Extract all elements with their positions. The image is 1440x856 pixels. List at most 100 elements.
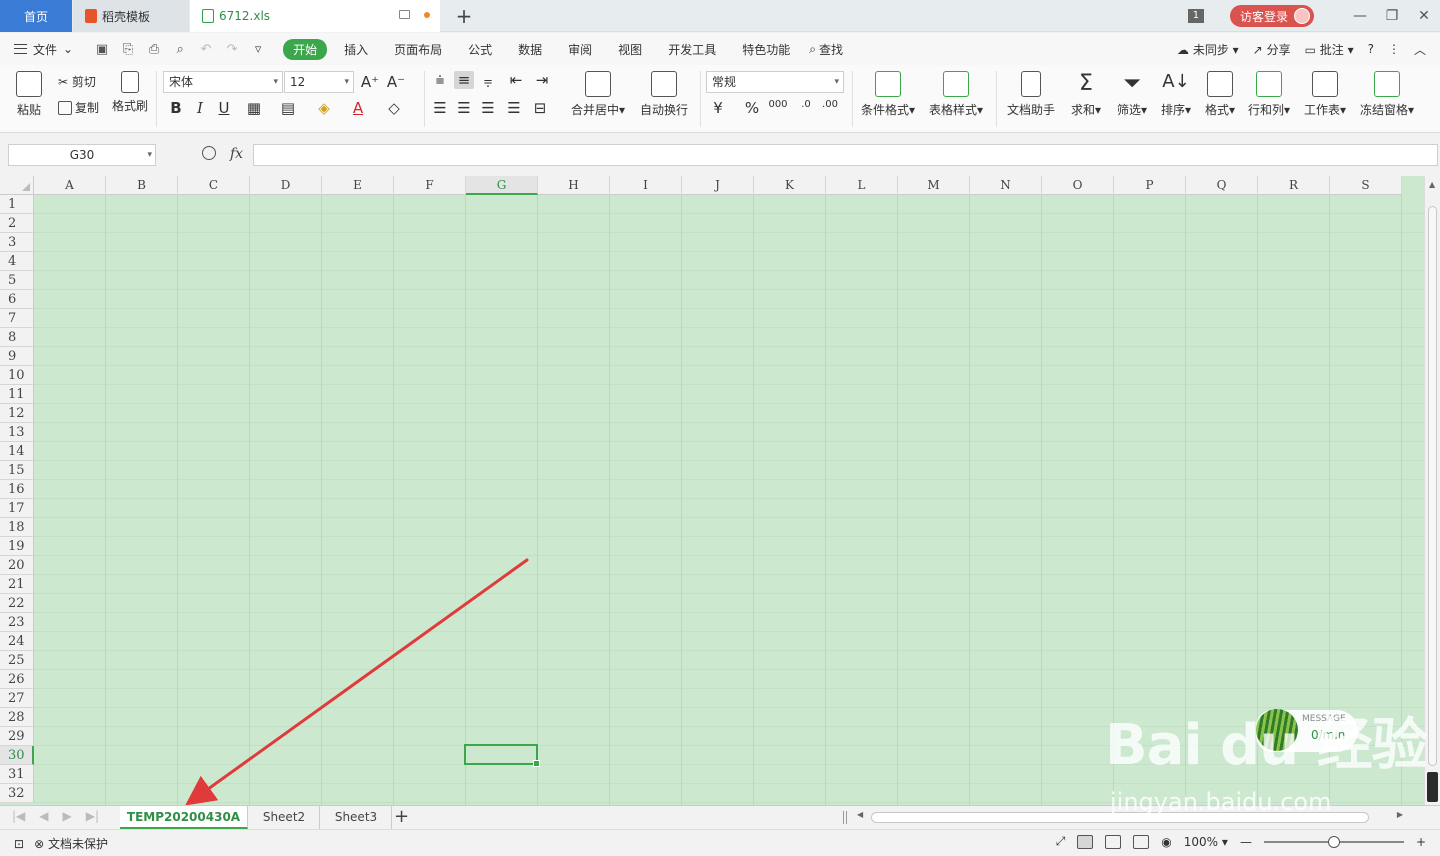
protect-status[interactable]: ⊗ 文档未保护 [34,835,108,852]
column-header-a[interactable]: A [34,176,106,195]
page-break-view-icon[interactable] [1105,834,1122,849]
row-header-10[interactable]: 10 [0,366,34,385]
row-header-26[interactable]: 26 [0,670,34,689]
scroll-up-icon[interactable]: ▲ [1429,180,1435,189]
row-header-24[interactable]: 24 [0,632,34,651]
tab-home[interactable]: 首页 [0,0,72,32]
tab-document[interactable]: 6712.xls [190,0,440,32]
justify-icon[interactable]: ☰ [504,99,524,117]
tab-data[interactable]: 数据 [505,41,555,58]
bold-button[interactable]: B [166,99,186,117]
paste-button[interactable]: 粘贴 [10,71,48,118]
last-sheet-icon[interactable]: ▶| [86,809,99,823]
next-sheet-icon[interactable]: ▶ [63,809,72,823]
vertical-scroll-thumb[interactable] [1428,206,1437,766]
prev-sheet-icon[interactable]: ◀ [39,809,48,823]
column-header-i[interactable]: I [610,176,682,195]
row-header-18[interactable]: 18 [0,518,34,537]
row-header-31[interactable]: 31 [0,765,34,784]
print-preview-icon[interactable]: ⌕ [173,42,187,57]
column-header-e[interactable]: E [322,176,394,195]
freeze-panes-button[interactable]: 冻结窗格▾ [1356,71,1418,118]
sort-button[interactable]: A↓ 排序▾ [1156,71,1196,118]
row-header-7[interactable]: 7 [0,309,34,328]
scroll-left-icon[interactable]: ◀ [857,810,863,819]
row-header-6[interactable]: 6 [0,290,34,309]
row-header-22[interactable]: 22 [0,594,34,613]
zoom-formula-icon[interactable] [202,146,216,160]
help-button[interactable]: ? [1368,42,1374,56]
select-all-corner[interactable] [0,176,34,195]
percent-button[interactable]: % [742,99,762,117]
column-header-l[interactable]: L [826,176,898,195]
increase-font-icon[interactable]: A⁺ [360,73,380,91]
tab-formulas[interactable]: 公式 [455,41,505,58]
column-header-d[interactable]: D [250,176,322,195]
underline-button[interactable]: U [214,99,234,117]
new-tab-button[interactable]: + [452,4,476,28]
column-header-b[interactable]: B [106,176,178,195]
tab-view[interactable]: 视图 [605,41,655,58]
row-header-19[interactable]: 19 [0,537,34,556]
row-header-27[interactable]: 27 [0,689,34,708]
sum-button[interactable]: Σ 求和▾ [1066,71,1106,118]
split-handle[interactable] [843,811,847,824]
file-menu[interactable]: 文件 ⌄ [0,41,73,58]
column-header-f[interactable]: F [394,176,466,195]
filter-button[interactable]: ⏷ 筛选▾ [1112,71,1152,118]
increase-indent-icon[interactable]: ⇥ [532,71,552,89]
column-header-q[interactable]: Q [1186,176,1258,195]
name-box[interactable]: G30 [8,144,156,166]
row-header-32[interactable]: 32 [0,784,34,803]
scroll-right-icon[interactable]: ▶ [1397,810,1403,819]
redo-icon[interactable]: ↷ [225,42,239,57]
comment-button[interactable]: ▭ 批注 ▾ [1305,41,1354,58]
first-sheet-icon[interactable]: |◀ [12,809,25,823]
column-header-c[interactable]: C [178,176,250,195]
borders-icon[interactable]: ▦ [244,99,264,117]
decrease-decimal-icon[interactable]: .00 [820,99,840,110]
row-col-button[interactable]: 行和列▾ [1244,71,1294,118]
increase-decimal-icon[interactable]: .0 [796,99,816,110]
restore-button[interactable]: ❐ [1376,8,1408,24]
sheet-tab-sheet2[interactable]: Sheet2 [249,806,320,829]
font-name-select[interactable]: 宋体 [163,71,283,93]
row-header-25[interactable]: 25 [0,651,34,670]
align-center-icon[interactable]: ☰ [454,99,474,117]
float-window-icon[interactable] [399,10,410,19]
column-header-m[interactable]: M [898,176,970,195]
insert-function-button[interactable]: fx [230,146,243,162]
decrease-font-icon[interactable]: A⁻ [386,73,406,91]
row-header-2[interactable]: 2 [0,214,34,233]
row-header-5[interactable]: 5 [0,271,34,290]
fullscreen-icon[interactable]: ⤢ [1056,834,1066,849]
export-icon[interactable]: ⎘ [121,42,135,57]
clear-format-icon[interactable]: ◇ [384,99,404,117]
format-painter-button[interactable]: 格式刷 [110,71,150,114]
column-header-k[interactable]: K [754,176,826,195]
zoom-level-select[interactable]: 100% ▾ [1184,835,1228,849]
row-header-15[interactable]: 15 [0,461,34,480]
collapse-ribbon-button[interactable]: ︿ [1414,41,1426,58]
sheet-tab-temp20200430a[interactable]: TEMP20200430A [120,806,248,829]
format-button[interactable]: 格式▾ [1200,71,1240,118]
tab-review[interactable]: 审阅 [555,41,605,58]
tab-home-ribbon[interactable]: 开始 [283,38,328,60]
align-top-icon[interactable]: ⩧ [430,71,450,89]
tab-insert[interactable]: 插入 [331,41,381,58]
column-header-p[interactable]: P [1114,176,1186,195]
sheet-tab-sheet3[interactable]: Sheet3 [321,806,392,829]
add-sheet-button[interactable]: + [394,806,409,828]
guest-login-button[interactable]: 访客登录 [1229,5,1314,27]
share-button[interactable]: ↗ 分享 [1253,41,1291,58]
row-header-28[interactable]: 28 [0,708,34,727]
page-layout-view-icon[interactable] [1133,834,1150,849]
align-left-icon[interactable]: ☰ [430,99,450,117]
column-header-o[interactable]: O [1042,176,1114,195]
row-header-4[interactable]: 4 [0,252,34,271]
zoom-slider-knob[interactable] [1327,835,1340,848]
italic-button[interactable]: I [190,99,210,117]
worksheet-button[interactable]: 工作表▾ [1300,71,1350,118]
window-count-badge[interactable]: 1 [1187,9,1204,23]
zoom-slider[interactable] [1263,835,1404,848]
